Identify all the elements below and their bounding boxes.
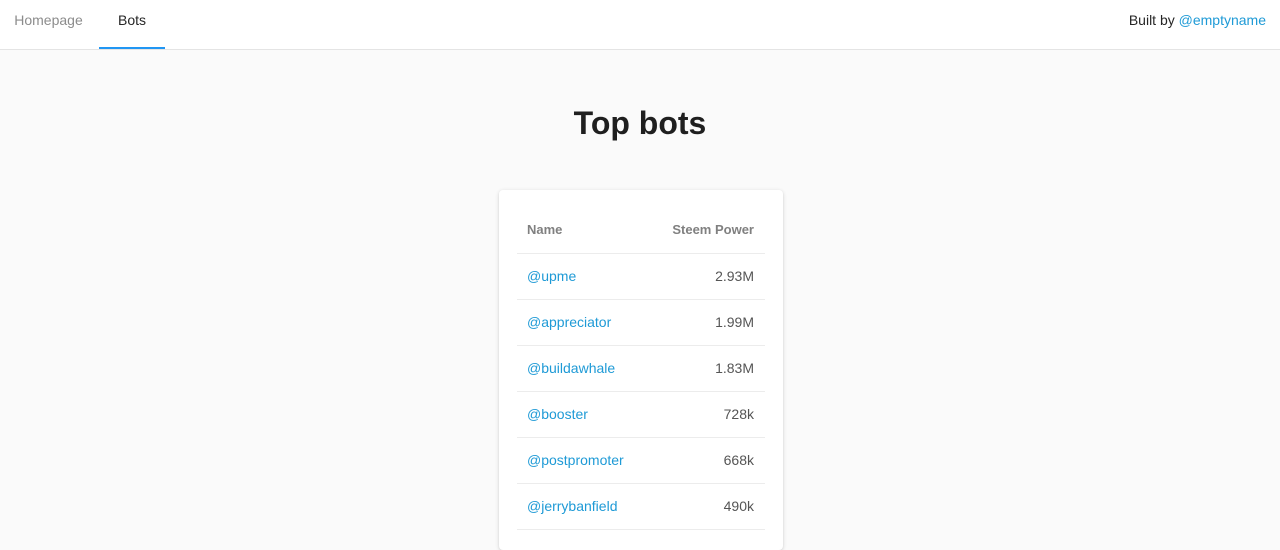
tab-homepage[interactable]: Homepage: [0, 0, 97, 49]
bot-steem-power: 728k: [723, 406, 754, 422]
built-by-credit: Built by @emptyname: [1129, 0, 1266, 40]
bot-steem-power: 490k: [723, 498, 754, 514]
table-row: @booster 728k: [517, 392, 765, 438]
bot-steem-power: 1.99M: [715, 314, 754, 330]
bot-name-link[interactable]: @postpromoter: [527, 438, 624, 482]
bot-name-link[interactable]: @booster: [527, 392, 588, 436]
table-row: @buildawhale 1.83M: [517, 346, 765, 392]
bots-table: Name Steem Power @upme 2.93M @appreciato…: [517, 208, 765, 530]
table-header: Name Steem Power: [517, 208, 765, 254]
bot-steem-power: 1.83M: [715, 360, 754, 376]
bot-name-link[interactable]: @buildawhale: [527, 346, 615, 390]
top-nav-bar: Homepage Bots Built by @emptyname: [0, 0, 1280, 50]
column-header-name: Name: [527, 222, 563, 237]
active-tab-indicator: [99, 47, 165, 49]
built-by-prefix: Built by: [1128, 12, 1175, 28]
page-title: Top bots: [573, 105, 707, 141]
column-header-steem-power: Steem Power: [672, 222, 754, 237]
table-row: @appreciator 1.99M: [517, 300, 765, 346]
bot-name-link[interactable]: @jerrybanfield: [527, 484, 617, 528]
bot-name-link[interactable]: @appreciator: [527, 300, 611, 344]
bot-steem-power: 2.93M: [715, 268, 754, 284]
tab-homepage-label: Homepage: [14, 12, 83, 28]
bot-steem-power: 668k: [723, 452, 754, 468]
author-link[interactable]: @emptyname: [1179, 12, 1266, 28]
tab-bots-label: Bots: [117, 12, 146, 28]
table-row: @upme 2.93M: [517, 254, 765, 300]
table-row: @postpromoter 668k: [517, 438, 765, 484]
table-row: @jerrybanfield 490k: [517, 484, 765, 530]
bot-name-link[interactable]: @upme: [527, 254, 576, 298]
bots-table-card: Name Steem Power @upme 2.93M @appreciato…: [499, 190, 783, 550]
tab-bots[interactable]: Bots: [99, 0, 165, 49]
